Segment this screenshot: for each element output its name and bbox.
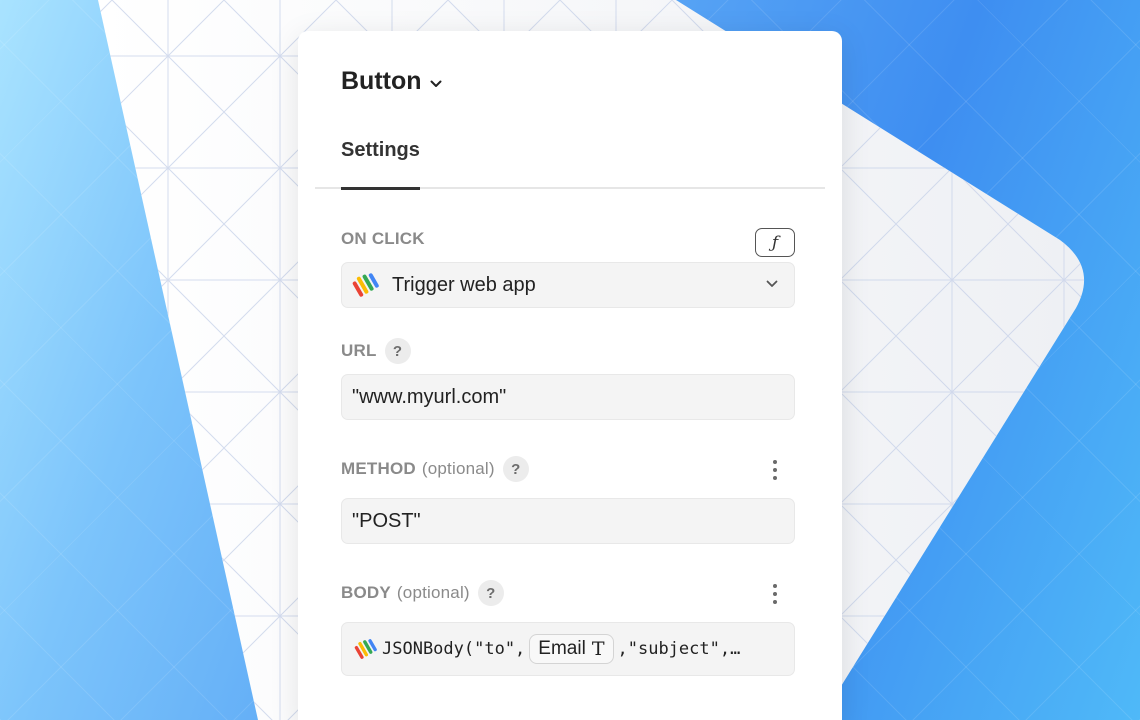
url-value: "www.myurl.com" (352, 385, 507, 408)
url-label: URL ? (341, 338, 411, 364)
help-icon[interactable]: ? (384, 338, 411, 364)
body-formula-prefix: JSONBody("to", (382, 639, 526, 659)
method-more-options-icon[interactable] (770, 459, 780, 481)
help-icon[interactable]: ? (477, 580, 504, 606)
body-input[interactable]: JSONBody("to", Email T ,"subject",… (341, 622, 795, 676)
on-click-dropdown[interactable]: Trigger web app (341, 262, 795, 308)
url-input[interactable]: "www.myurl.com" (341, 374, 795, 420)
on-click-label: ON CLICK (341, 229, 425, 248)
chevron-down-icon (766, 280, 778, 287)
text-type-icon: T (591, 638, 605, 660)
method-label: METHOD (optional) ? (341, 456, 529, 482)
body-more-options-icon[interactable] (770, 583, 780, 605)
on-click-value: Trigger web app (392, 273, 536, 296)
body-label: BODY (optional) ? (341, 580, 504, 606)
button-settings-panel: Button Settings ON CLICK ƒ Trigger web a… (298, 31, 842, 720)
tab-settings[interactable]: Settings (341, 139, 420, 190)
google-apps-script-icon (354, 639, 377, 659)
method-value: "POST" (352, 509, 421, 532)
email-field-chip[interactable]: Email T (529, 634, 614, 664)
help-icon[interactable]: ? (502, 456, 529, 482)
google-apps-script-icon (352, 273, 379, 297)
body-formula-suffix: ,"subject",… (617, 639, 741, 659)
method-input[interactable]: "POST" (341, 498, 795, 544)
component-selector[interactable]: Button (341, 67, 442, 96)
chip-label: Email (538, 638, 586, 659)
optional-tag: (optional) (396, 583, 470, 602)
function-icon: ƒ (771, 232, 779, 253)
tab-bar: Settings (315, 139, 825, 190)
function-toggle-button[interactable]: ƒ (755, 228, 795, 257)
panel-title: Button (341, 67, 422, 95)
chevron-down-icon (430, 80, 442, 87)
optional-tag: (optional) (421, 459, 495, 478)
